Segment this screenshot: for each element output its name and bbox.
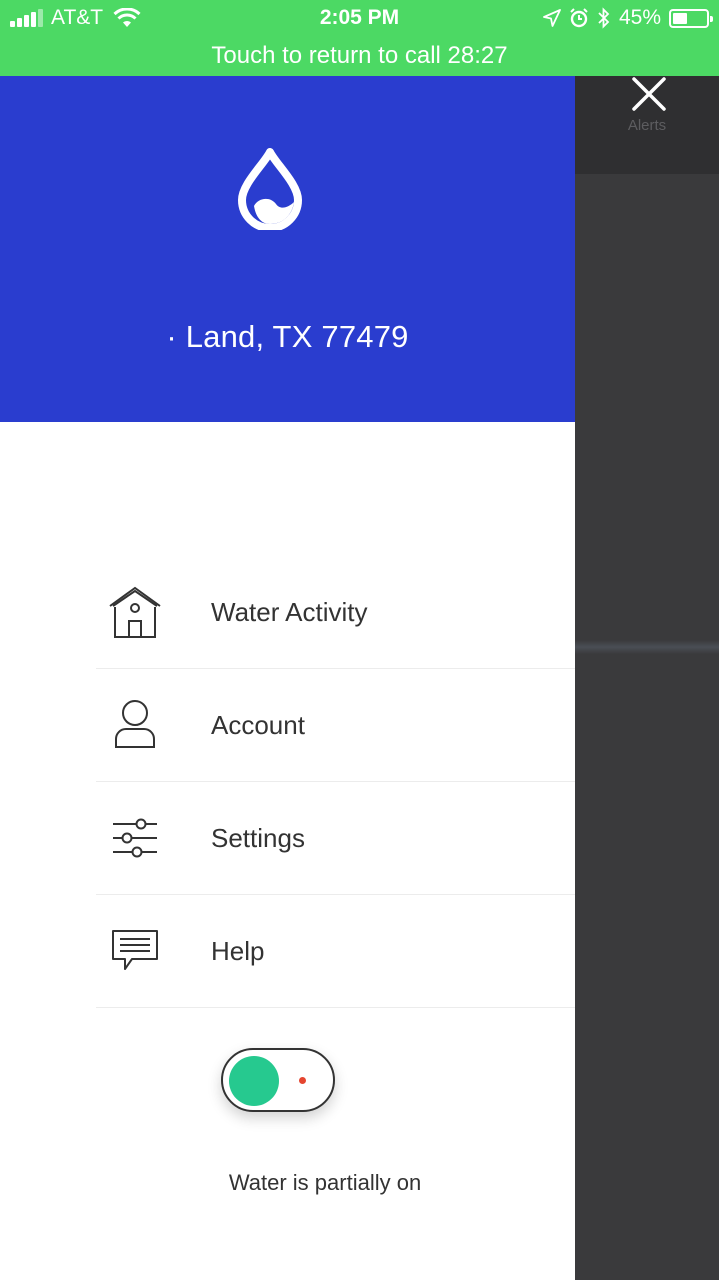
status-right: 45% <box>543 6 713 30</box>
menu-item-label: Water Activity <box>211 596 368 627</box>
drawer-header: · Land, TX 77479 <box>0 76 575 422</box>
alarm-icon <box>570 8 588 28</box>
overlay-divider <box>575 640 719 654</box>
menu-item-label: Help <box>211 935 265 966</box>
house-icon <box>100 582 170 642</box>
menu-item-settings[interactable]: Settings <box>96 782 575 895</box>
menu-item-account[interactable]: Account <box>96 669 575 782</box>
chat-icon <box>100 921 170 981</box>
water-valve-toggle[interactable] <box>221 1048 335 1112</box>
menu-item-help[interactable]: Help <box>96 895 575 1008</box>
status-indicator-dot <box>299 1077 306 1084</box>
menu-item-label: Account <box>211 709 305 740</box>
menu-item-water-activity[interactable]: Water Activity <box>96 556 575 669</box>
location-arrow-icon <box>543 9 561 27</box>
bluetooth-icon <box>598 7 610 29</box>
status-bar: AT&T 2:05 PM 45% <box>0 0 719 38</box>
battery-icon <box>669 8 713 28</box>
menu-item-label: Settings <box>211 822 305 853</box>
return-to-call-banner[interactable]: Touch to return to call 28:27 <box>0 38 719 76</box>
sliders-icon <box>100 808 170 868</box>
water-drop-logo-icon <box>238 148 302 230</box>
person-icon <box>100 695 170 755</box>
close-icon[interactable] <box>628 76 670 112</box>
address-label: · Land, TX 77479 <box>166 319 409 354</box>
drawer-menu: Water Activity Account Settings Help <box>96 556 575 1008</box>
alerts-label: Alerts <box>627 117 667 134</box>
navigation-drawer: · Land, TX 77479 Water Activity Account … <box>0 76 575 1280</box>
toggle-knob <box>229 1056 279 1106</box>
battery-percent: 45% <box>618 6 661 29</box>
water-status-label: Water is partially on <box>228 1170 422 1195</box>
